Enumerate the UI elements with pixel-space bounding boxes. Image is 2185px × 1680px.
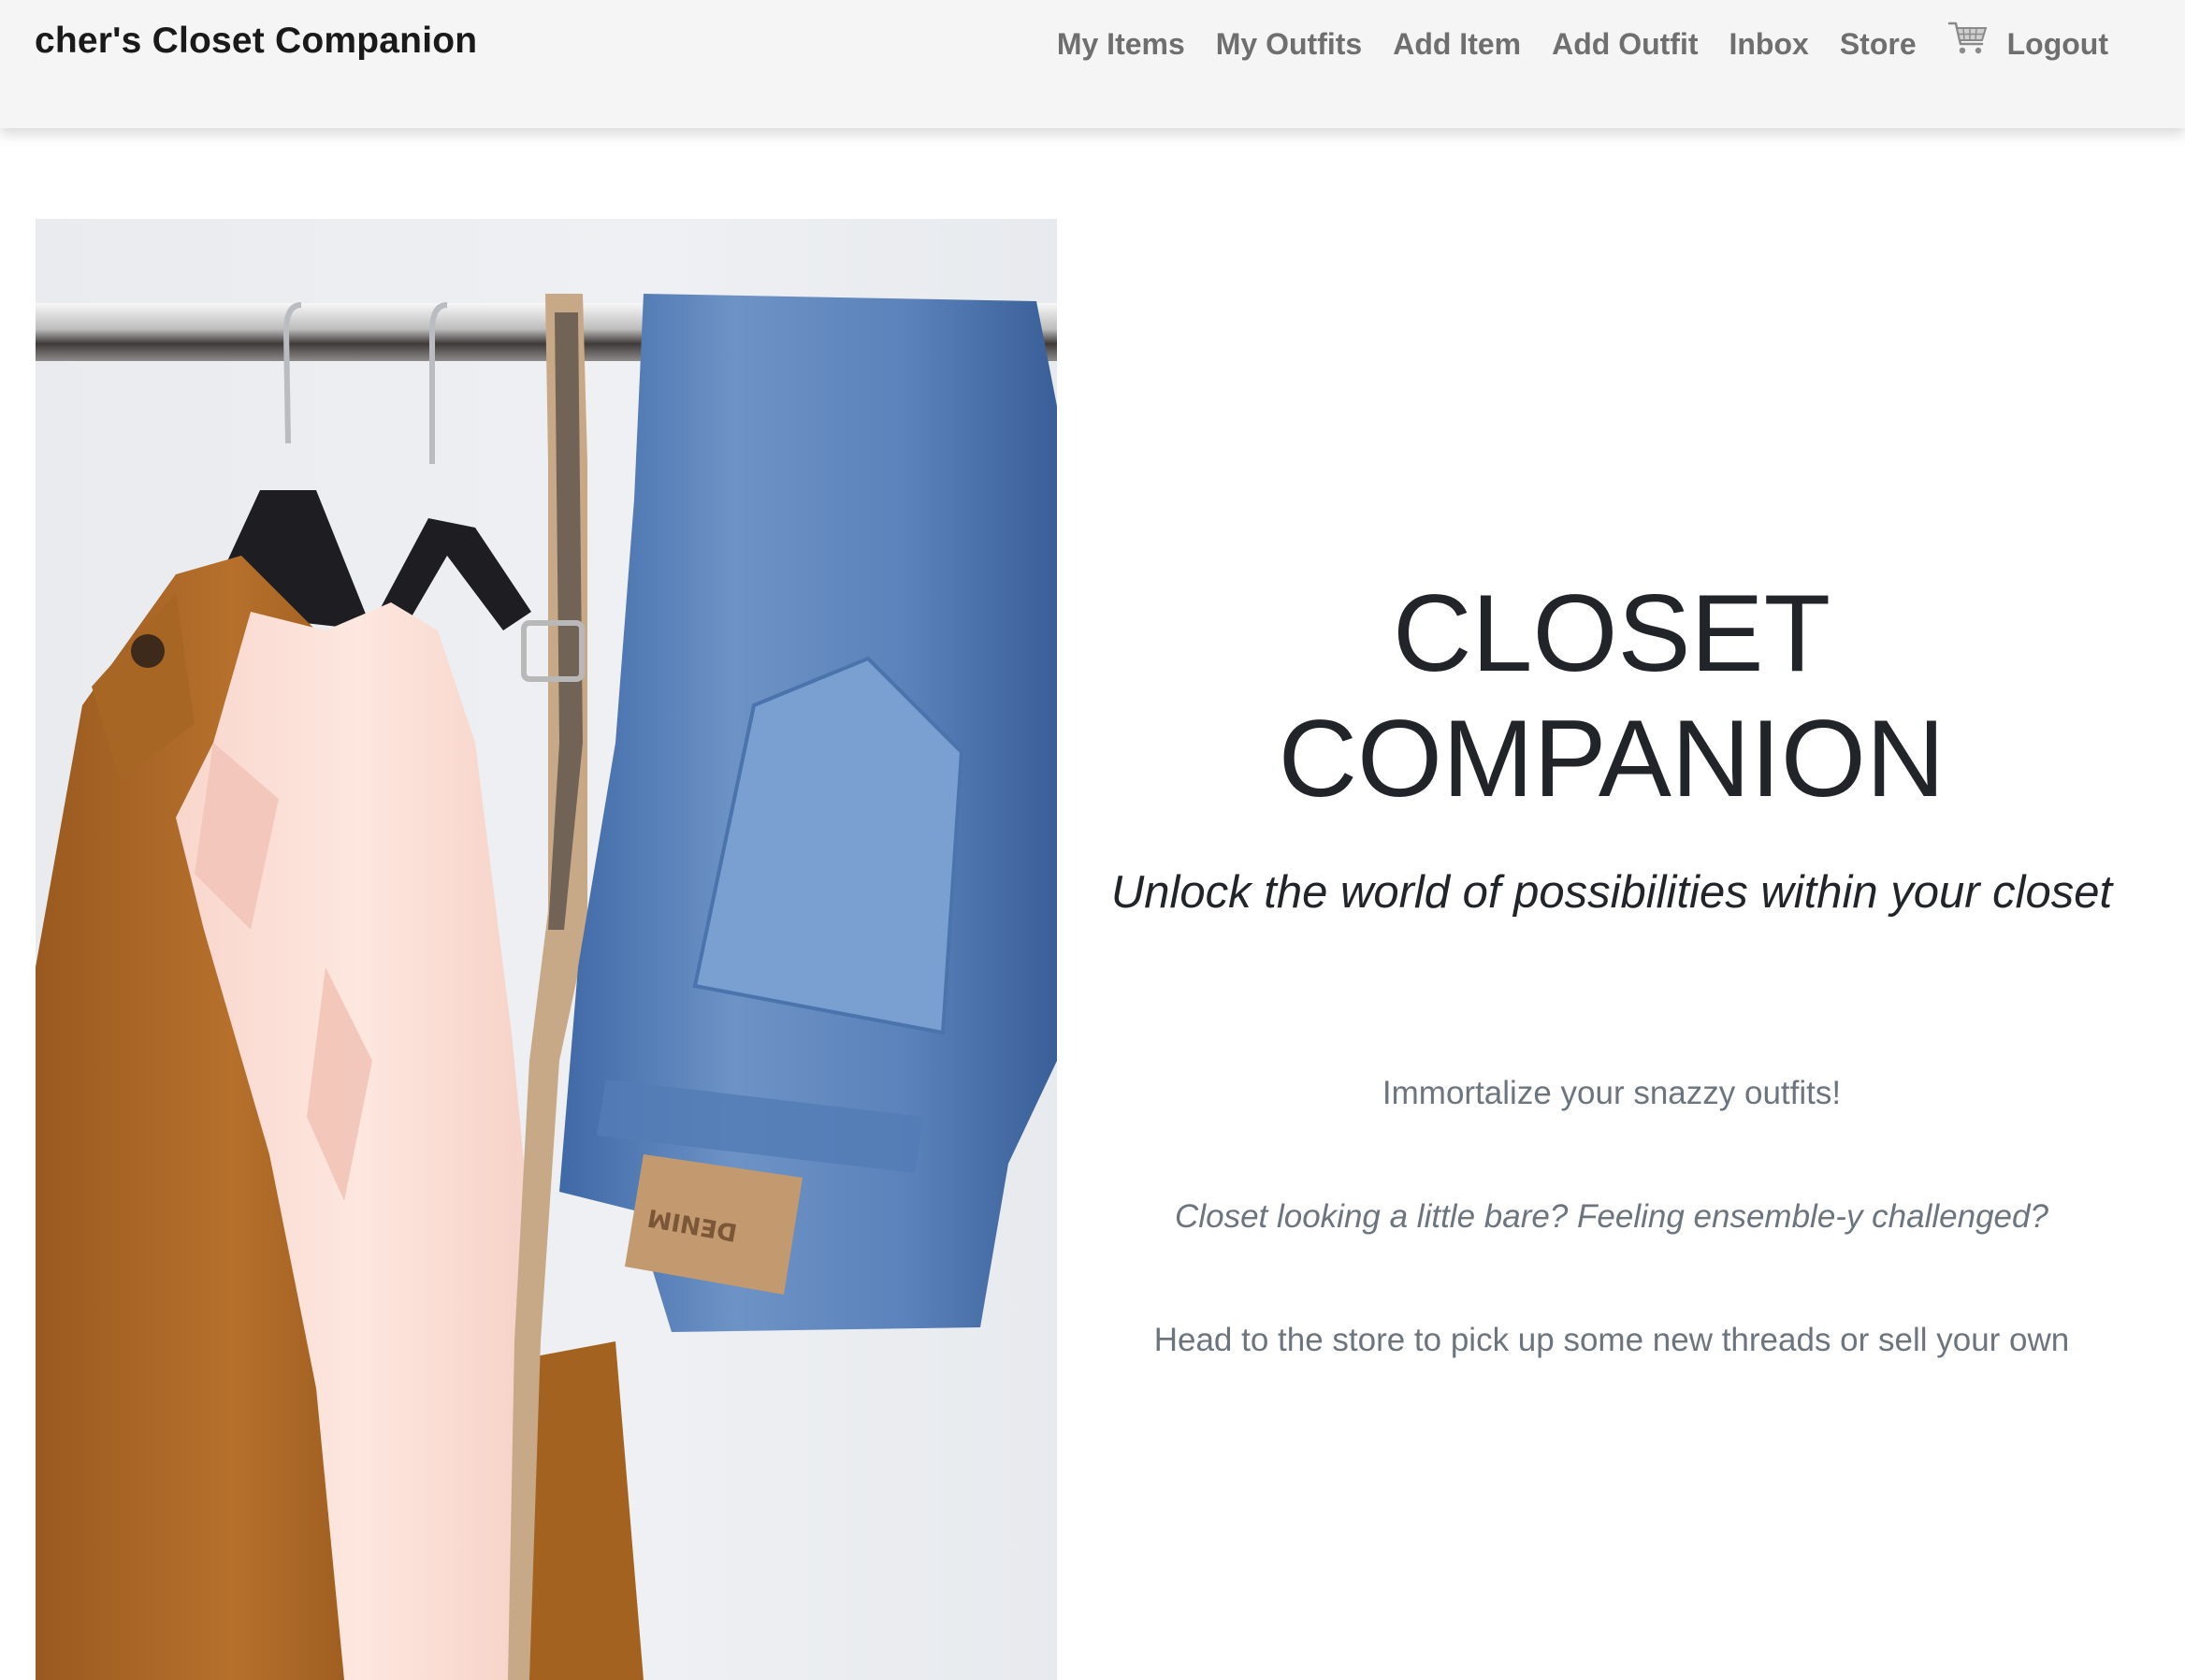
nav-store[interactable]: Store xyxy=(1840,19,1917,59)
hero-title: CLOSET COMPANION xyxy=(1057,571,2166,821)
clothes-rack-illustration: DENIM xyxy=(36,219,1057,1680)
nav-my-outfits[interactable]: My Outfits xyxy=(1216,19,1362,59)
brand-title[interactable]: cher's Closet Companion xyxy=(35,21,477,62)
blurb-outfits: Immortalize your snazzy outfits! xyxy=(1382,1075,1842,1111)
blurb-store: Head to the store to pick up some new th… xyxy=(1153,1322,2070,1358)
nav-my-items[interactable]: My Items xyxy=(1057,19,1185,59)
shopping-cart-icon[interactable] xyxy=(1947,19,1989,60)
top-navbar: cher's Closet Companion My Items My Outf… xyxy=(0,0,2185,128)
blurb-closet-bare: Closet looking a little bare? Feeling en… xyxy=(1175,1198,2048,1235)
hero-title-line1: CLOSET xyxy=(1392,572,1831,694)
nav-add-outfit[interactable]: Add Outfit xyxy=(1552,19,1698,59)
nav-links: My Items My Outfits Add Item Add Outfit … xyxy=(1057,19,2108,60)
hero-subtitle: Unlock the world of possibilities within… xyxy=(1110,867,2113,918)
nav-add-item[interactable]: Add Item xyxy=(1393,19,1521,59)
hero-content: CLOSET COMPANION Unlock the world of pos… xyxy=(1057,0,2166,1680)
nav-inbox[interactable]: Inbox xyxy=(1729,19,1808,59)
hero-title-line2: COMPANION xyxy=(1278,697,1946,819)
nav-logout[interactable]: Logout xyxy=(2007,19,2108,59)
clothes-rack-photo: DENIM xyxy=(36,219,1057,1680)
